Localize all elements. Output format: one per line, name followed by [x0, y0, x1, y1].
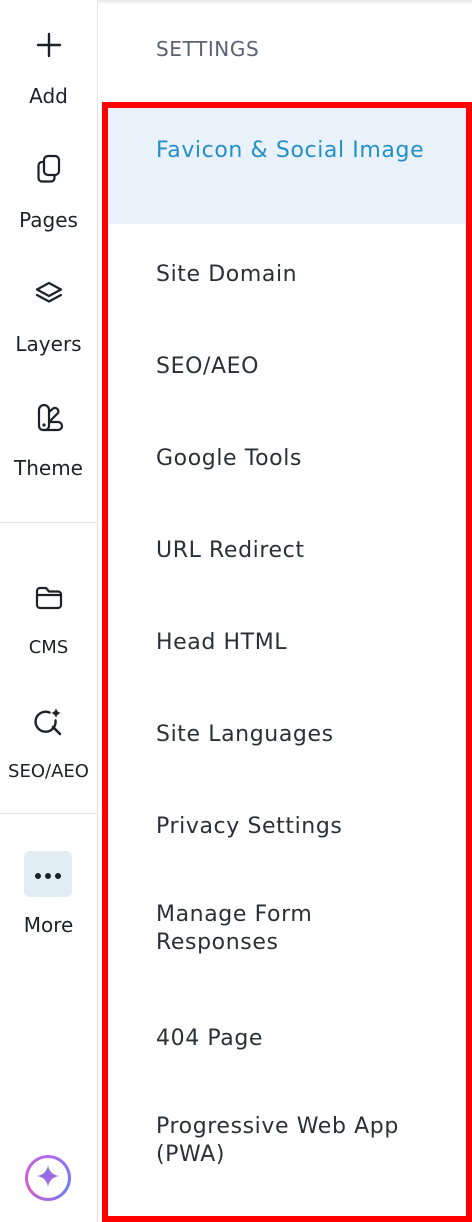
rail-item-label: Layers [15, 332, 82, 356]
seo-search-icon [0, 707, 97, 737]
rail-divider [0, 522, 97, 523]
menu-item-label: SEO/AEO [156, 354, 260, 379]
menu-item-label: 404 Page [156, 1026, 264, 1051]
menu-item-head-html[interactable]: Head HTML [108, 592, 466, 684]
rail-item-cms[interactable]: CMS [0, 553, 97, 663]
sparkle-icon [36, 1164, 60, 1192]
pages-icon [0, 154, 97, 184]
menu-item-label: Head HTML [156, 630, 288, 655]
menu-item-privacy-settings[interactable]: Privacy Settings [108, 776, 466, 868]
rail-item-seo-aeo[interactable]: SEO/AEO [0, 677, 97, 787]
rail-item-theme[interactable]: Theme [0, 372, 97, 482]
menu-item-site-domain[interactable]: Site Domain [108, 224, 466, 316]
menu-item-label: Privacy Settings [156, 814, 343, 839]
plus-icon [0, 30, 97, 60]
rail-item-add[interactable]: Add [0, 0, 97, 110]
rail-item-label: Add [29, 84, 68, 108]
menu-item-google-tools[interactable]: Google Tools [108, 408, 466, 500]
menu-item-progressive-web-app[interactable]: Progressive Web App (PWA) [108, 1080, 466, 1204]
menu-item-site-languages[interactable]: Site Languages [108, 684, 466, 776]
menu-item-label: Site Domain [156, 262, 298, 287]
folder-icon [0, 583, 97, 613]
rail-item-label: SEO/AEO [8, 761, 89, 782]
more-dots-icon [33, 865, 63, 884]
theme-icon [0, 402, 97, 432]
rail-item-pages[interactable]: Pages [0, 124, 97, 234]
menu-item-label: Site Languages [156, 722, 334, 747]
ai-assistant-button[interactable] [25, 1155, 71, 1201]
menu-item-label: Favicon & Social Image [156, 138, 425, 163]
settings-menu: Favicon & Social Image Site Domain SEO/A… [102, 102, 472, 1222]
layers-icon [0, 278, 97, 308]
rail-item-layers[interactable]: Layers [0, 248, 97, 358]
panel-title: SETTINGS [156, 37, 260, 61]
rail-item-label: CMS [28, 637, 69, 658]
menu-item-label: Google Tools [156, 446, 302, 471]
rail-divider [0, 813, 97, 814]
menu-item-favicon-social-image[interactable]: Favicon & Social Image [108, 108, 466, 224]
menu-item-404-page[interactable]: 404 Page [108, 988, 466, 1080]
rail-item-label: Theme [14, 456, 83, 480]
menu-item-label: URL Redirect [156, 538, 305, 563]
menu-item-manage-form-responses[interactable]: Manage Form Responses [108, 868, 466, 988]
menu-item-label: Progressive Web App (PWA) [156, 1114, 399, 1167]
menu-item-seo-aeo[interactable]: SEO/AEO [108, 316, 466, 408]
menu-item-label: Manage Form Responses [156, 902, 313, 955]
app-window: Add Pages Layers Theme CMS SEO/AEO More … [0, 0, 472, 1222]
menu-item-url-redirect[interactable]: URL Redirect [108, 500, 466, 592]
left-rail: Add Pages Layers Theme CMS SEO/AEO More [0, 0, 98, 1222]
rail-item-label: Pages [19, 208, 78, 232]
more-button[interactable] [24, 851, 72, 897]
rail-item-label: More [23, 913, 74, 937]
